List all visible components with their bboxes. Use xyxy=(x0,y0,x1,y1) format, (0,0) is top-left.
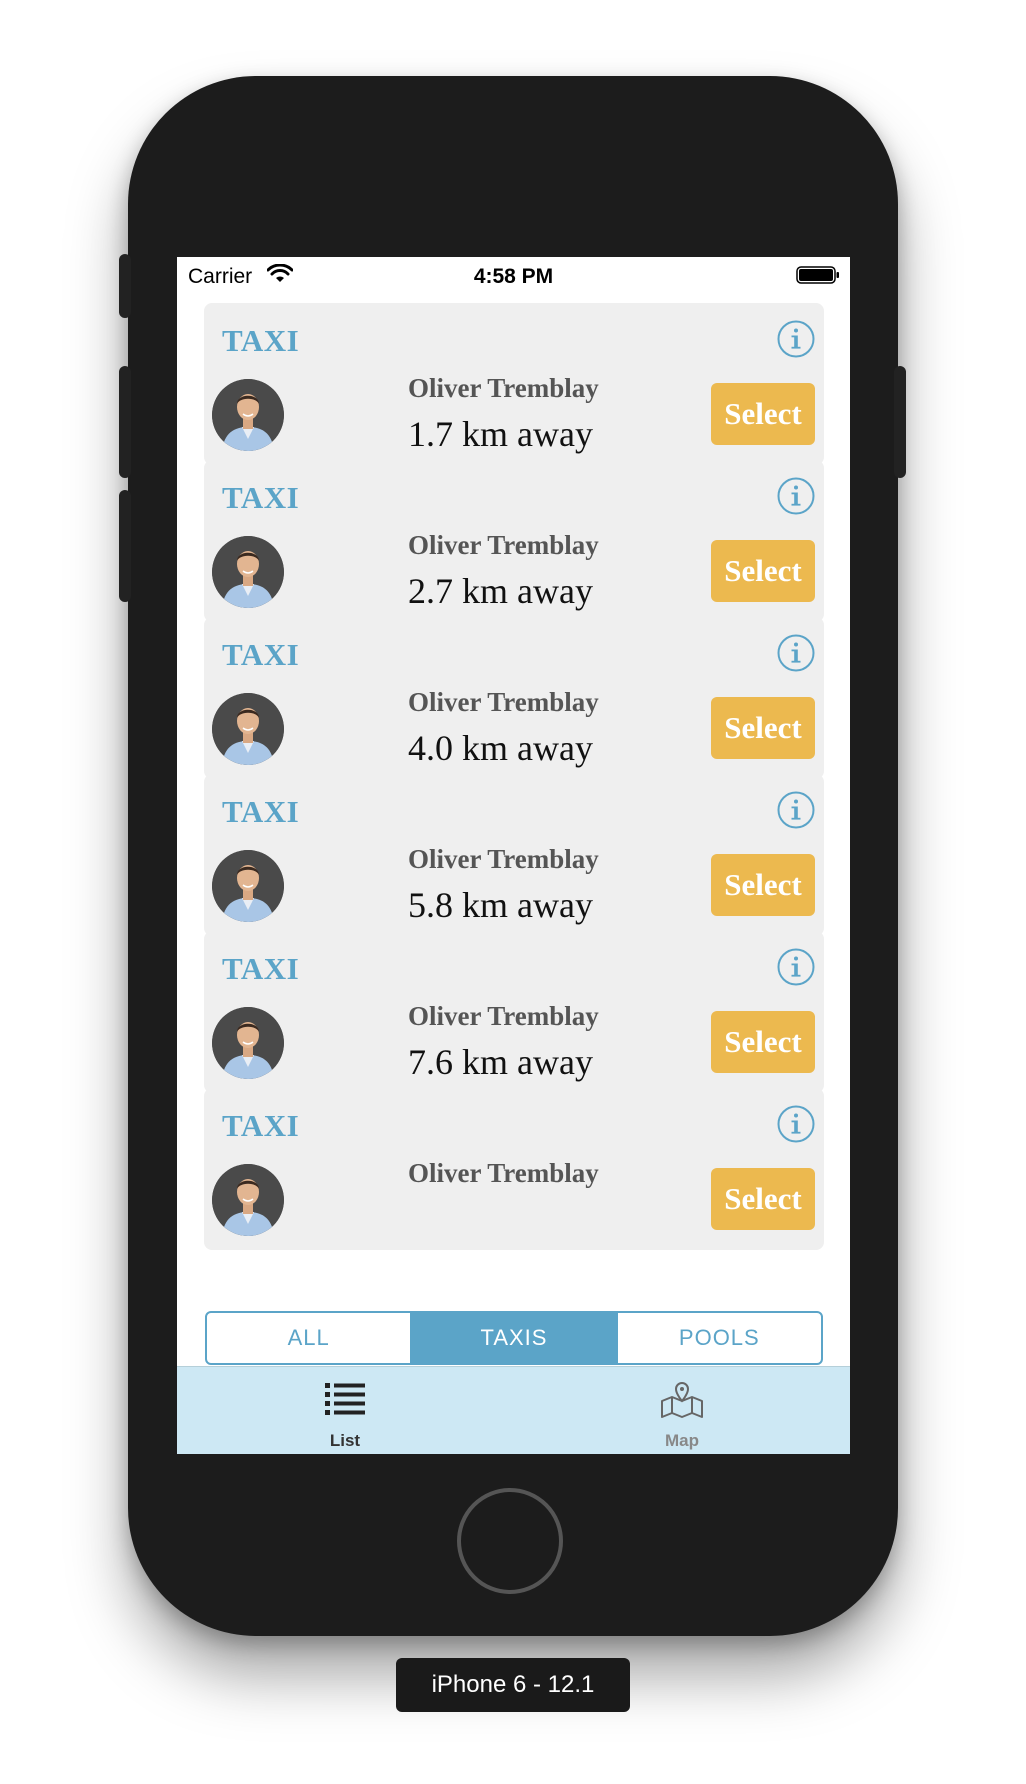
driver-avatar xyxy=(212,1007,284,1079)
filter-segmented-control: ALL TAXIS POOLS xyxy=(205,1311,823,1365)
taxi-card: TAXI Oliver Tremblay 5.8 km away Select xyxy=(204,774,824,936)
select-button[interactable]: Select xyxy=(711,1168,815,1230)
driver-avatar xyxy=(212,379,284,451)
taxi-card: TAXI Oliver Tremblay 4.0 km away Select xyxy=(204,617,824,779)
home-button[interactable] xyxy=(457,1488,563,1594)
info-icon[interactable] xyxy=(776,947,816,987)
driver-avatar xyxy=(212,850,284,922)
taxi-card: TAXI Oliver Tremblay 1.7 km away Select xyxy=(204,303,824,465)
volume-down-button xyxy=(119,490,131,602)
tab-map[interactable]: Map xyxy=(514,1367,850,1454)
select-button[interactable]: Select xyxy=(711,1011,815,1073)
driver-name: Oliver Tremblay xyxy=(408,1001,599,1031)
mute-switch xyxy=(119,254,131,318)
driver-name: Oliver Tremblay xyxy=(408,844,599,874)
driver-avatar xyxy=(212,536,284,608)
info-icon[interactable] xyxy=(776,319,816,359)
volume-up-button xyxy=(119,366,131,478)
tab-list-label: List xyxy=(329,1431,361,1450)
vehicle-type-label: TAXI xyxy=(222,794,300,829)
device-label: iPhone 6 - 12.1 xyxy=(396,1658,630,1712)
info-icon[interactable] xyxy=(776,1104,816,1144)
vehicle-type-label: TAXI xyxy=(222,323,300,358)
info-icon[interactable] xyxy=(776,633,816,673)
vehicle-type-label: TAXI xyxy=(222,951,300,986)
status-bar: Carrier 4:58 PM xyxy=(177,257,850,295)
driver-name: Oliver Tremblay xyxy=(408,530,599,560)
list-icon xyxy=(325,1383,365,1415)
app-screen: Carrier 4:58 PM TAXI Oliver Tremblay 1.7… xyxy=(177,257,850,1454)
vehicle-type-label: TAXI xyxy=(222,1108,300,1143)
taxi-card: TAXI Oliver Tremblay 2.7 km away Select xyxy=(204,460,824,622)
info-icon[interactable] xyxy=(776,476,816,516)
taxi-list[interactable]: TAXI Oliver Tremblay 1.7 km away Select … xyxy=(177,295,850,1311)
distance-label: 5.8 km away xyxy=(408,885,593,925)
battery-icon xyxy=(796,266,839,284)
filter-pools[interactable]: POOLS xyxy=(615,1313,821,1363)
taxi-card: TAXI Oliver Tremblay Select xyxy=(204,1088,824,1250)
status-time: 4:58 PM xyxy=(473,265,554,288)
vehicle-type-label: TAXI xyxy=(222,637,300,672)
driver-avatar xyxy=(212,693,284,765)
info-icon[interactable] xyxy=(776,790,816,830)
power-button xyxy=(894,366,906,478)
taxi-card: TAXI Oliver Tremblay 7.6 km away Select xyxy=(204,931,824,1093)
select-button[interactable]: Select xyxy=(711,383,815,445)
map-icon xyxy=(661,1381,703,1418)
driver-name: Oliver Tremblay xyxy=(408,1158,599,1188)
driver-avatar xyxy=(212,1164,284,1236)
distance-label: 4.0 km away xyxy=(408,728,593,768)
tab-list[interactable]: List xyxy=(177,1367,513,1454)
driver-name: Oliver Tremblay xyxy=(408,687,599,717)
distance-label: 1.7 km away xyxy=(408,414,593,454)
distance-label: 2.7 km away xyxy=(408,571,593,611)
vehicle-type-label: TAXI xyxy=(222,480,300,515)
filter-taxis[interactable]: TAXIS xyxy=(410,1313,616,1363)
select-button[interactable]: Select xyxy=(711,540,815,602)
distance-label: 7.6 km away xyxy=(408,1042,593,1082)
filter-all[interactable]: ALL xyxy=(207,1313,410,1363)
tab-map-label: Map xyxy=(665,1431,699,1450)
driver-name: Oliver Tremblay xyxy=(408,373,599,403)
select-button[interactable]: Select xyxy=(711,697,815,759)
tab-bar: List Map xyxy=(177,1366,850,1454)
select-button[interactable]: Select xyxy=(711,854,815,916)
